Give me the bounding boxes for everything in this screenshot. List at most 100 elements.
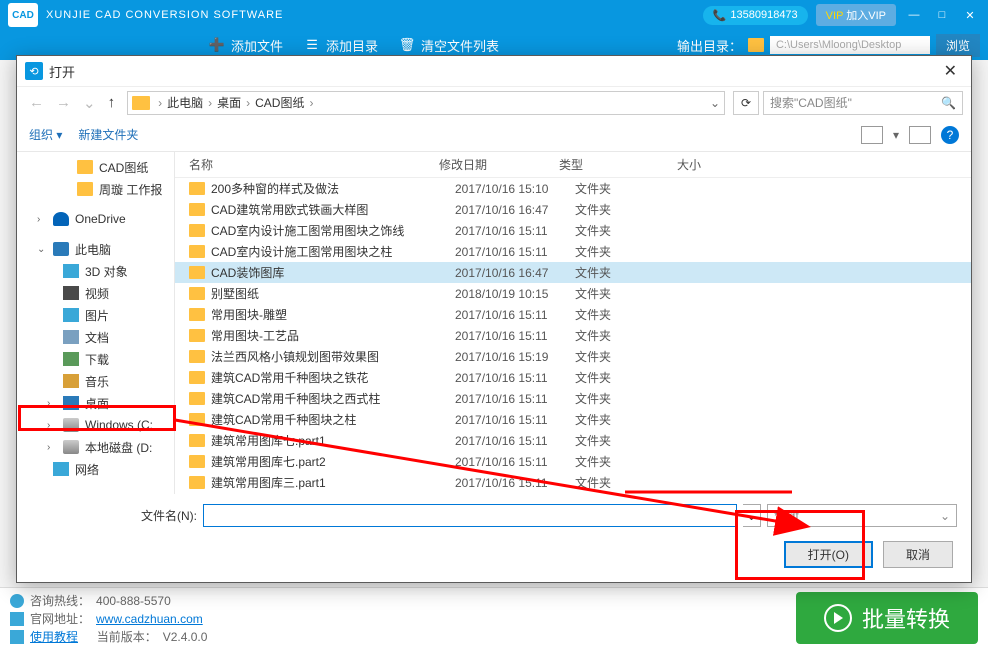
folder-tree[interactable]: CAD图纸周璇 工作报›OneDrive⌄此电脑3D 对象视频图片文档下载音乐›… [17, 152, 175, 494]
app-header: CAD XUNJIE CAD CONVERSION SOFTWARE 📞 135… [0, 0, 988, 30]
add-file-button[interactable]: ➕添加文件 [208, 36, 283, 55]
filename-input[interactable] [203, 504, 737, 527]
organize-menu[interactable]: 组织 ▾ [29, 126, 62, 143]
file-row[interactable]: CAD装饰图库2017/10/16 16:47文件夹 [175, 262, 971, 283]
add-dir-button[interactable]: ☰添加目录 [303, 36, 378, 55]
dialog-icon: ⟲ [25, 62, 43, 80]
file-list[interactable]: 200多种窗的样式及做法2017/10/16 15:10文件夹CAD建筑常用欧式… [175, 178, 971, 494]
file-row[interactable]: 常用图块-工艺品2017/10/16 15:11文件夹 [175, 325, 971, 346]
sidebar-item[interactable]: 视频 [17, 282, 174, 304]
sidebar-item[interactable]: ›Windows (C: [17, 414, 174, 436]
file-open-dialog: ⟲ 打开 ✕ ← → ⌄ ↑ › 此电脑› 桌面› CAD图纸› ⌄ ⟳ 搜索"… [16, 55, 972, 583]
breadcrumb-dropdown[interactable]: ⌄ [710, 96, 720, 110]
refresh-button[interactable]: ⟳ [733, 91, 759, 115]
dialog-close-button[interactable]: ✕ [938, 61, 963, 81]
file-row[interactable]: 常用图块-雕塑2017/10/16 15:11文件夹 [175, 304, 971, 325]
sidebar-item[interactable]: 下载 [17, 348, 174, 370]
nav-recent-button[interactable]: ⌄ [79, 94, 100, 112]
sidebar-item[interactable]: 文档 [17, 326, 174, 348]
file-row[interactable]: 建筑CAD常用千种图块之西式柱2017/10/16 15:11文件夹 [175, 388, 971, 409]
nav-up-button[interactable]: ↑ [104, 94, 120, 111]
file-row[interactable]: 建筑常用图库三.part12017/10/16 15:11文件夹 [175, 472, 971, 493]
file-row[interactable]: 建筑CAD常用千种图块之铁花2017/10/16 15:11文件夹 [175, 367, 971, 388]
globe-icon [10, 612, 24, 626]
file-row[interactable]: 建筑常用图库七.part22017/10/16 15:11文件夹 [175, 451, 971, 472]
filename-label: 文件名(N): [31, 507, 197, 524]
site-label: 官网地址： [30, 610, 90, 628]
dialog-title: 打开 [49, 62, 75, 81]
output-path-field[interactable]: C:\Users\Mloong\Desktop [770, 36, 930, 54]
phone-icon [10, 594, 24, 608]
file-row[interactable]: 建筑CAD常用千种图块之柱2017/10/16 15:11文件夹 [175, 409, 971, 430]
batch-convert-button[interactable]: 批量转换 [796, 592, 978, 644]
sidebar-item[interactable]: ›桌面 [17, 392, 174, 414]
file-row[interactable]: CAD建筑常用欧式铁画大样图2017/10/16 16:47文件夹 [175, 199, 971, 220]
view-mode-button[interactable] [861, 126, 883, 144]
folder-icon [189, 392, 205, 405]
file-list-header[interactable]: 名称 修改日期 类型 大小 [175, 152, 971, 178]
folder-icon [189, 455, 205, 468]
sidebar-item[interactable]: ›OneDrive [17, 208, 174, 230]
phone-badge[interactable]: 📞 13580918473 [703, 6, 808, 25]
folder-icon [132, 96, 150, 110]
file-row[interactable]: 建筑常用图库七.part12017/10/16 15:11文件夹 [175, 430, 971, 451]
phone-number: 13580918473 [730, 9, 797, 21]
sidebar-item[interactable]: ⌄此电脑 [17, 238, 174, 260]
folder-icon [189, 182, 205, 195]
sidebar-item[interactable]: 音乐 [17, 370, 174, 392]
maximize-button[interactable]: □ [932, 9, 952, 21]
sidebar-item[interactable]: 图片 [17, 304, 174, 326]
folder-icon [189, 308, 205, 321]
sidebar-item[interactable]: 3D 对象 [17, 260, 174, 282]
cancel-button[interactable]: 取消 [883, 541, 953, 568]
file-row[interactable]: 法兰西风格小镇规划图带效果图2017/10/16 15:19文件夹 [175, 346, 971, 367]
col-date[interactable]: 修改日期 [439, 156, 559, 173]
minimize-button[interactable]: — [904, 9, 924, 21]
close-button[interactable]: ✕ [960, 9, 980, 22]
book-icon [10, 630, 24, 644]
crumb-folder[interactable]: CAD图纸 [252, 94, 307, 111]
file-list-pane: 名称 修改日期 类型 大小 200多种窗的样式及做法2017/10/16 15:… [175, 152, 971, 494]
version-value: V2.4.0.0 [163, 628, 208, 646]
browse-button[interactable]: 浏览 [936, 34, 980, 57]
output-label: 输出目录： [677, 36, 742, 55]
sidebar-item[interactable]: CAD图纸 [17, 156, 174, 178]
preview-pane-button[interactable] [909, 126, 931, 144]
vip-button[interactable]: VIP 加入VIP [816, 4, 896, 26]
col-size[interactable]: 大小 [677, 156, 701, 173]
search-input[interactable]: 搜索"CAD图纸"🔍 [763, 91, 963, 115]
folder-icon [189, 476, 205, 489]
file-row[interactable]: 200多种窗的样式及做法2017/10/16 15:10文件夹 [175, 178, 971, 199]
folder-icon [189, 266, 205, 279]
nav-back-button[interactable]: ← [25, 94, 48, 111]
folder-icon [189, 329, 205, 342]
new-folder-button[interactable]: 新建文件夹 [78, 126, 138, 143]
site-link[interactable]: www.cadzhuan.com [96, 610, 203, 628]
dialog-nav: ← → ⌄ ↑ › 此电脑› 桌面› CAD图纸› ⌄ ⟳ 搜索"CAD图纸"🔍 [17, 86, 971, 118]
folder-icon [189, 350, 205, 363]
filetype-dropdown[interactable]: *.pdf⌄ [767, 504, 957, 527]
sidebar-item[interactable]: ›本地磁盘 (D: [17, 436, 174, 458]
crumb-pc[interactable]: 此电脑 [164, 94, 206, 111]
app-title: XUNJIE CAD CONVERSION SOFTWARE [46, 9, 703, 21]
filename-dropdown[interactable]: ⌄ [743, 504, 761, 527]
col-name[interactable]: 名称 [189, 156, 439, 173]
view-dropdown[interactable]: ▾ [893, 128, 899, 142]
hotline-value: 400-888-5570 [96, 592, 171, 610]
col-type[interactable]: 类型 [559, 156, 677, 173]
tutorial-link[interactable]: 使用教程 [30, 628, 78, 646]
clear-list-button[interactable]: 🗑清空文件列表 [398, 36, 499, 55]
file-row[interactable]: 别墅图纸2018/10/19 10:15文件夹 [175, 283, 971, 304]
crumb-desktop[interactable]: 桌面 [214, 94, 244, 111]
file-row[interactable]: CAD室内设计施工图常用图块之柱2017/10/16 15:11文件夹 [175, 241, 971, 262]
help-button[interactable]: ? [941, 126, 959, 144]
nav-forward-button[interactable]: → [52, 94, 75, 111]
folder-icon [189, 434, 205, 447]
sidebar-item[interactable]: 周璇 工作报 [17, 178, 174, 200]
breadcrumb[interactable]: › 此电脑› 桌面› CAD图纸› ⌄ [127, 91, 725, 115]
open-button[interactable]: 打开(O) [784, 541, 873, 568]
file-row[interactable]: CAD室内设计施工图常用图块之饰线2017/10/16 15:11文件夹 [175, 220, 971, 241]
sidebar-item[interactable]: 网络 [17, 458, 174, 480]
hotline-label: 咨询热线： [30, 592, 90, 610]
search-icon: 🔍 [941, 96, 956, 110]
